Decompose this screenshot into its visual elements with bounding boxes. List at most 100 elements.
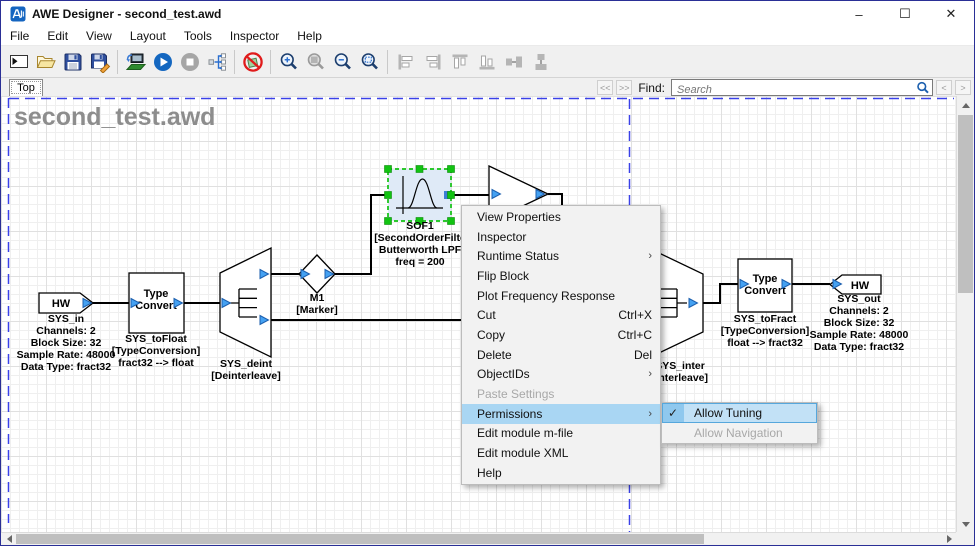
block-caption: M1 [310,292,325,304]
find-rewind-button[interactable]: << [597,80,613,95]
block-caption: float --> fract32 [727,337,803,349]
new-design-icon[interactable] [5,48,32,75]
align-center-vertical-icon[interactable] [527,48,554,75]
scroll-left-icon[interactable] [3,533,16,545]
block-caption: [Marker] [296,304,337,316]
propagate-changes-icon[interactable] [203,48,230,75]
block-context-menu: View Properties Inspector Runtime Status… [461,205,661,485]
menu-item-paste-settings: Paste Settings [462,384,660,404]
horizontal-scrollbar[interactable] [1,532,958,545]
menu-item-delete[interactable]: DeleteDel [462,345,660,365]
block-caption: Data Type: fract32 [21,361,111,373]
menu-help[interactable]: Help [288,27,331,45]
find-forward-button[interactable]: >> [616,80,632,95]
menu-item-help[interactable]: Help [462,463,660,483]
align-left-icon[interactable] [392,48,419,75]
vertical-scroll-thumb[interactable] [958,115,973,293]
block-caption: fract32 --> float [118,357,194,369]
menu-item-view-properties[interactable]: View Properties [462,207,660,227]
maximize-button[interactable]: ☐ [882,1,928,27]
shortcut-text: Ctrl+X [618,308,652,322]
align-right-icon[interactable] [419,48,446,75]
toolbar [1,46,974,78]
block-caption: SYS_out [837,293,881,305]
no-hardware-icon[interactable] [239,48,266,75]
find-prev-button[interactable]: < [936,80,952,95]
block-label: Convert [135,300,177,312]
scroll-down-icon[interactable] [957,517,974,532]
find-bar: << >> Find: < > [597,79,971,96]
menu-item-edit-module-xml[interactable]: Edit module XML [462,443,660,463]
menu-edit[interactable]: Edit [38,27,77,45]
block-caption: SYS_in [48,313,84,325]
submenu-arrow-icon: › [648,408,652,420]
search-box [671,79,933,96]
wire [703,284,738,303]
toolbar-separator [117,50,118,74]
search-icon[interactable] [916,81,930,95]
save-icon[interactable] [59,48,86,75]
block-caption: SOF1 [406,220,434,232]
align-center-horizontal-icon[interactable] [500,48,527,75]
block-caption: Channels: 2 [36,325,96,337]
block-label: Convert [744,285,786,297]
menu-item-inspector[interactable]: Inspector [462,227,660,247]
menu-inspector[interactable]: Inspector [221,27,288,45]
find-next-button[interactable]: > [955,80,971,95]
menu-tools[interactable]: Tools [175,27,221,45]
block-sof1-selected[interactable] [388,169,451,221]
block-caption: Sample Rate: 48000 [810,329,909,341]
title-bar[interactable]: AWE Designer - second_test.awd – ☐ ✕ [1,1,974,27]
menu-item-runtime-status[interactable]: Runtime Status› [462,246,660,266]
horizontal-scroll-thumb[interactable] [16,534,704,544]
open-icon[interactable] [32,48,59,75]
vertical-scrollbar[interactable] [956,96,974,534]
submenu-arrow-icon: › [648,250,652,262]
menu-layout[interactable]: Layout [121,27,175,45]
block-caption: Channels: 2 [829,305,889,317]
close-button[interactable]: ✕ [928,1,974,27]
block-caption: Block Size: 32 [31,337,102,349]
menu-item-plot-frequency-response[interactable]: Plot Frequency Response [462,286,660,306]
block-caption: SYS_toFloat [125,333,187,345]
block-caption: Butterworth LPF [379,244,462,256]
zoom-in-icon[interactable] [275,48,302,75]
zoom-selection-icon[interactable] [356,48,383,75]
menu-bar: File Edit View Layout Tools Inspector He… [1,27,974,46]
menu-file[interactable]: File [1,27,38,45]
toolbar-separator [270,50,271,74]
block-caption: freq = 200 [395,256,444,268]
menu-item-edit-module-m-file[interactable]: Edit module m-file [462,424,660,444]
tab-row: Top << >> Find: < > [1,78,974,96]
stop-icon[interactable] [176,48,203,75]
menu-item-cut[interactable]: CutCtrl+X [462,305,660,325]
submenu-arrow-icon: › [648,368,652,380]
run-icon[interactable] [149,48,176,75]
scroll-right-icon[interactable] [943,533,956,545]
toolbar-separator [387,50,388,74]
menu-item-flip-block[interactable]: Flip Block [462,266,660,286]
shortcut-text: Ctrl+C [618,328,652,342]
scroll-up-icon[interactable] [957,98,974,113]
find-label: Find: [638,81,665,95]
block-caption: Sample Rate: 48000 [17,349,116,361]
menu-item-copy[interactable]: CopyCtrl+C [462,325,660,345]
menu-item-permissions[interactable]: Permissions› [462,404,660,424]
scrollbar-corner [956,532,974,545]
align-bottom-icon[interactable] [473,48,500,75]
minimize-button[interactable]: – [836,1,882,27]
awe-logo-icon [10,6,26,22]
zoom-fit-icon[interactable] [302,48,329,75]
menu-item-objectids[interactable]: ObjectIDs› [462,365,660,385]
block-label: Type [144,288,169,300]
tab-top[interactable]: Top [9,79,43,96]
menu-view[interactable]: View [77,27,121,45]
connect-hardware-icon[interactable] [122,48,149,75]
save-as-icon[interactable] [86,48,113,75]
submenu-item-allow-tuning[interactable]: ✓ Allow Tuning [662,403,817,423]
block-caption: Data Type: fract32 [814,341,904,353]
zoom-out-icon[interactable] [329,48,356,75]
align-top-icon[interactable] [446,48,473,75]
block-caption: [TypeConversion] [112,345,200,357]
block-caption: SYS_inter [655,360,705,372]
